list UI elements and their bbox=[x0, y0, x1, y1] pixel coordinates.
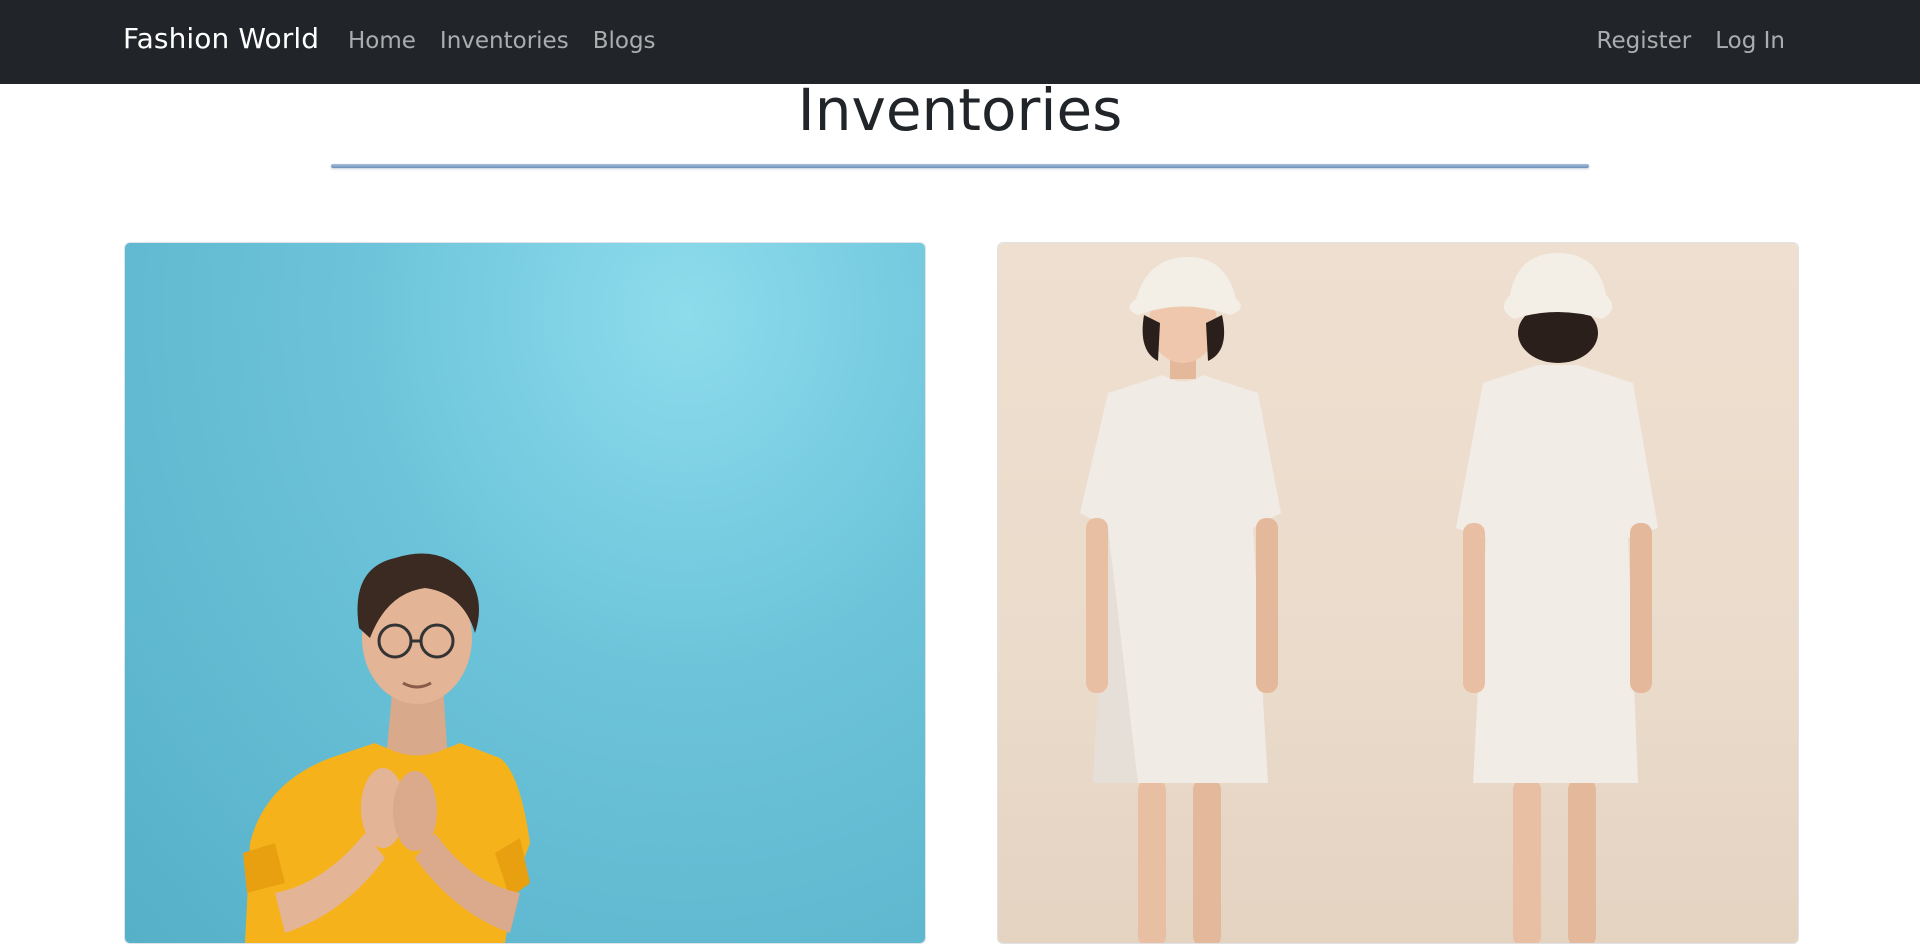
brand-link[interactable]: Fashion World bbox=[123, 22, 319, 55]
man-in-yellow-tshirt-photo bbox=[243, 553, 530, 943]
woman-in-white-tshirt-dress-photo bbox=[1080, 253, 1658, 943]
inventory-card[interactable] bbox=[124, 242, 926, 944]
nav-register-link[interactable]: Register bbox=[1597, 28, 1692, 54]
title-divider bbox=[331, 164, 1589, 168]
inventory-card[interactable] bbox=[997, 242, 1799, 944]
nav-blogs-link[interactable]: Blogs bbox=[593, 28, 656, 54]
nav-home-link[interactable]: Home bbox=[348, 28, 416, 54]
nav-inventories-link[interactable]: Inventories bbox=[440, 28, 569, 54]
nav-login-link[interactable]: Log In bbox=[1715, 28, 1785, 54]
page-title: Inventories bbox=[797, 76, 1123, 144]
nav-right-group: Register Log In bbox=[1597, 28, 1785, 54]
nav-left-group: Home Inventories Blogs bbox=[348, 28, 656, 54]
